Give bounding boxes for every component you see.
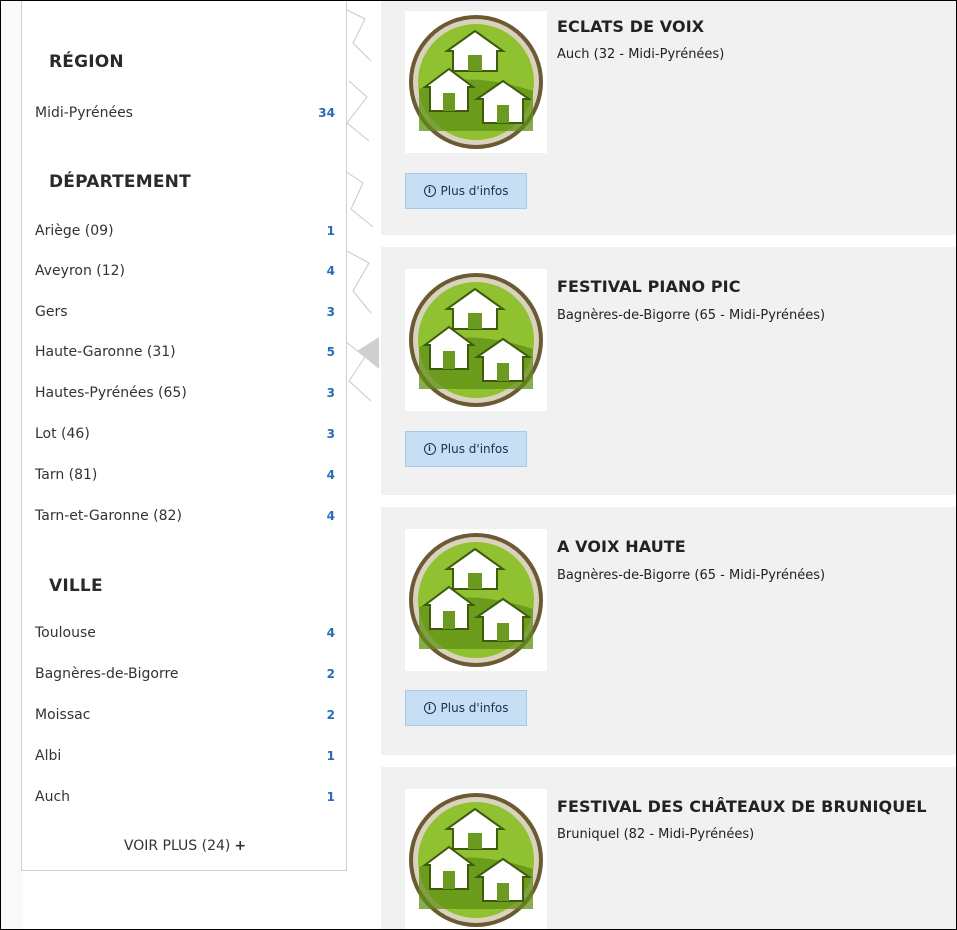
plus-infos-button[interactable]: i Plus d'infos [405,431,527,467]
background-pattern [344,8,379,402]
filter-item-label: Tarn-et-Garonne (82) [35,508,182,524]
filter-item-label: Aveyron (12) [35,263,126,279]
filter-item-count: 3 [326,305,335,319]
departement-heading: DÉPARTEMENT [49,172,191,192]
filter-item-count: 4 [326,264,335,278]
filter-item-label: Gers [35,304,68,320]
filter-item-count: 4 [326,626,335,640]
filter-item-hautes-pyrenees[interactable]: Hautes-Pyrénées (65) 3 [35,379,335,407]
result-location: Bagnères-de-Bigorre (65 - Midi-Pyrénées) [557,568,826,583]
filter-item-label: Midi-Pyrénées [35,105,133,121]
filter-item-label: Moissac [35,707,91,723]
houses-logo-icon [409,273,543,407]
region-heading: RÉGION [49,52,124,72]
result-location: Auch (32 - Midi-Pyrénées) [557,47,725,62]
result-card: FESTIVAL DES CHÂTEAUX DE BRUNIQUEL Bruni… [381,767,956,929]
filter-item-count: 1 [326,790,335,804]
info-icon: i [423,185,436,197]
filter-item-count: 5 [326,345,335,359]
result-title: A VOIX HAUTE [557,537,686,556]
filter-item-count: 1 [326,224,335,238]
voir-plus-label: VOIR PLUS (24) [123,838,231,854]
result-thumbnail[interactable] [405,269,547,411]
filter-item-haute-garonne[interactable]: Haute-Garonne (31) 5 [35,338,335,366]
plus-infos-button[interactable]: i Plus d'infos [405,173,527,209]
filter-item-gers[interactable]: Gers 3 [35,298,335,326]
filter-item-count: 34 [318,106,335,120]
filter-item-bagneres-de-bigorre[interactable]: Bagnères-de-Bigorre 2 [35,660,335,688]
filter-item-count: 2 [326,667,335,681]
filter-item-label: Bagnères-de-Bigorre [35,666,179,682]
button-label: Plus d'infos [440,442,509,456]
results-list: ECLATS DE VOIX Auch (32 - Midi-Pyrénées)… [381,1,956,929]
filter-item-aveyron[interactable]: Aveyron (12) 4 [35,257,335,285]
result-title: ECLATS DE VOIX [557,17,705,36]
filter-item-label: Tarn (81) [35,467,98,483]
filter-item-count: 1 [326,749,335,763]
filter-item-toulouse[interactable]: Toulouse 4 [35,619,335,647]
result-card: ECLATS DE VOIX Auch (32 - Midi-Pyrénées)… [381,1,956,235]
filter-item-count: 4 [326,509,335,523]
filter-item-label: Haute-Garonne (31) [35,344,176,360]
filter-item-auch[interactable]: Auch 1 [35,783,335,811]
filter-item-ariege[interactable]: Ariège (09) 1 [35,217,335,245]
filter-item-label: Albi [35,748,62,764]
filter-item-moissac[interactable]: Moissac 2 [35,701,335,729]
filter-item-label: Toulouse [35,625,96,641]
info-icon: i [423,702,436,714]
result-location: Bruniquel (82 - Midi-Pyrénées) [557,827,755,842]
houses-logo-icon [409,793,543,927]
button-label: Plus d'infos [440,701,509,715]
left-background-strip [1,1,23,929]
result-thumbnail[interactable] [405,11,547,153]
filter-item-tarn[interactable]: Tarn (81) 4 [35,461,335,489]
filter-item-albi[interactable]: Albi 1 [35,742,335,770]
filter-item-count: 2 [326,708,335,722]
ville-heading: VILLE [49,576,103,596]
houses-logo-icon [409,15,543,149]
result-card: FESTIVAL PIANO PIC Bagnères-de-Bigorre (… [381,247,956,495]
result-title: FESTIVAL PIANO PIC [557,277,741,296]
filter-item-label: Auch [35,789,71,805]
page-frame: RÉGION Midi-Pyrénées 34 DÉPARTEMENT Ariè… [0,0,957,930]
filter-item-count: 3 [326,427,335,441]
result-title: FESTIVAL DES CHÂTEAUX DE BRUNIQUEL [557,797,927,816]
filter-item-count: 3 [326,386,335,400]
result-thumbnail[interactable] [405,789,547,929]
filter-sidebar: RÉGION Midi-Pyrénées 34 DÉPARTEMENT Ariè… [21,1,348,871]
filter-item-midi-pyrenees[interactable]: Midi-Pyrénées 34 [35,99,335,127]
result-thumbnail[interactable] [405,529,547,671]
filter-item-lot[interactable]: Lot (46) 3 [35,420,335,448]
filter-item-label: Hautes-Pyrénées (65) [35,385,187,401]
info-icon: i [423,443,436,455]
voir-plus-link[interactable]: VOIR PLUS (24) + [22,838,348,854]
filter-item-count: 4 [326,468,335,482]
plus-icon: + [234,838,247,854]
plus-infos-button[interactable]: i Plus d'infos [405,690,527,726]
result-card: A VOIX HAUTE Bagnères-de-Bigorre (65 - M… [381,507,956,755]
filter-item-tarn-et-garonne[interactable]: Tarn-et-Garonne (82) 4 [35,502,335,530]
filter-item-label: Ariège (09) [35,223,114,239]
button-label: Plus d'infos [440,184,509,198]
filter-item-label: Lot (46) [35,426,90,442]
houses-logo-icon [409,533,543,667]
result-location: Bagnères-de-Bigorre (65 - Midi-Pyrénées) [557,308,826,323]
